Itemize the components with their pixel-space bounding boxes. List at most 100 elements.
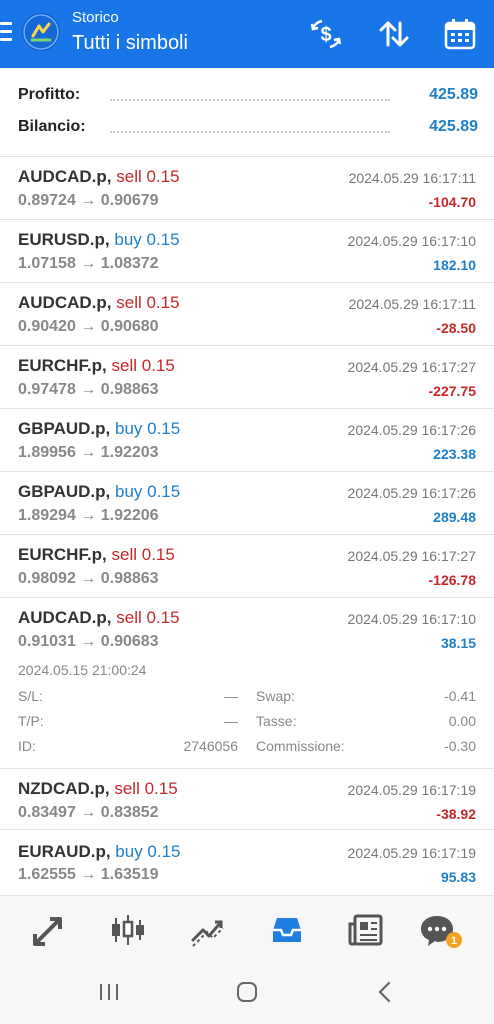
trade-profit: -38.92 — [436, 806, 476, 822]
tp-label: T/P: — [18, 713, 44, 729]
trade-symbol: EURUSD.p, — [18, 230, 110, 249]
trade-prices: 1.62555 → 1.63519 — [18, 866, 159, 883]
page-title[interactable]: Tutti i simboli — [72, 32, 188, 55]
balance-row: Bilancio: 425.89 — [18, 118, 478, 142]
recent-apps-icon[interactable] — [96, 979, 122, 1005]
trade-direction: sell 0.15 — [116, 293, 180, 312]
trade-profit: 223.38 — [433, 446, 476, 462]
trade-symbol: AUDCAD.p, — [18, 167, 112, 186]
trade-profit: 182.10 — [433, 257, 476, 273]
trade-symbol: NZDCAD.p, — [18, 779, 110, 798]
dotted-leader — [110, 131, 390, 133]
trade-time: 2024.05.29 16:17:26 — [347, 422, 476, 438]
id-value: 2746056 — [183, 738, 238, 754]
trade-direction: buy 0.15 — [114, 482, 181, 501]
trade-open-time: 2024.05.15 21:00:24 — [18, 662, 147, 678]
trade-symbol: AUDCAD.p, — [18, 293, 112, 312]
trade-time: 2024.05.29 16:17:27 — [347, 548, 476, 564]
trade-prices: 1.89294 → 1.92206 — [18, 507, 159, 524]
trade-profit: -126.78 — [428, 572, 476, 588]
menu-icon[interactable] — [0, 22, 12, 44]
trade-icon[interactable] — [187, 910, 227, 950]
balance-value: 425.89 — [429, 118, 478, 135]
trade-row[interactable]: EURAUD.p, buy 0.15 1.62555 → 1.63519 202… — [0, 830, 494, 894]
trade-profit: -28.50 — [436, 320, 476, 336]
trade-direction: buy 0.15 — [114, 419, 181, 438]
trade-prices: 0.89724 → 0.90679 — [18, 192, 159, 209]
trade-direction: sell 0.15 — [114, 779, 178, 798]
swap-label: Swap: — [256, 688, 295, 704]
trade-symbol: GBPAUD.p, — [18, 419, 111, 438]
trade-time: 2024.05.29 16:17:19 — [347, 845, 476, 861]
quotes-icon[interactable] — [29, 910, 69, 950]
profit-value: 425.89 — [429, 86, 478, 103]
messages-badge: 1 — [451, 935, 457, 947]
trade-time: 2024.05.29 16:17:27 — [347, 359, 476, 375]
trade-direction: buy 0.15 — [114, 230, 180, 249]
trade-prices: 0.98092 → 0.98863 — [18, 570, 159, 587]
trade-time: 2024.05.29 16:17:10 — [347, 611, 476, 627]
tp-value: — — [224, 713, 238, 729]
commission-label: Commissione: — [256, 738, 345, 754]
app-logo — [22, 13, 60, 51]
trade-prices: 0.90420 → 0.90680 — [18, 318, 159, 335]
trade-row[interactable]: GBPAUD.p, buy 0.15 1.89956 → 1.92203 202… — [0, 409, 494, 472]
trade-row[interactable]: NZDCAD.p, sell 0.15 0.83497 → 0.83852 20… — [0, 769, 494, 830]
trade-prices: 1.07158 → 1.08372 — [18, 255, 159, 272]
trade-direction: sell 0.15 — [111, 356, 175, 375]
header-subtitle: Storico — [72, 9, 119, 26]
chart-icon[interactable] — [108, 910, 148, 950]
trade-time: 2024.05.29 16:17:26 — [347, 485, 476, 501]
trade-direction: sell 0.15 — [111, 545, 175, 564]
trade-row[interactable]: EURCHF.p, sell 0.15 0.97478 → 0.98863 20… — [0, 346, 494, 409]
trade-direction: buy 0.15 — [115, 842, 181, 861]
trade-row[interactable]: AUDCAD.p, sell 0.15 0.90420 → 0.90680 20… — [0, 283, 494, 346]
sl-value: — — [224, 688, 238, 704]
messages-icon[interactable]: 1 — [418, 910, 462, 950]
trade-time: 2024.05.29 16:17:11 — [348, 170, 476, 186]
sl-label: S/L: — [18, 688, 43, 704]
trade-row[interactable]: EURCHF.p, sell 0.15 0.98092 → 0.98863 20… — [0, 535, 494, 598]
balance-label: Bilancio: — [18, 118, 86, 135]
history-icon[interactable] — [267, 910, 307, 950]
profit-row: Profitto: 425.89 — [18, 86, 478, 110]
trade-time: 2024.05.29 16:17:10 — [347, 233, 476, 249]
trade-symbol: EURAUD.p, — [18, 842, 111, 861]
trade-symbol: AUDCAD.p, — [18, 608, 112, 627]
home-icon[interactable] — [234, 979, 260, 1005]
bottom-navigation: 1 — [0, 895, 494, 964]
trade-row-expanded[interactable]: AUDCAD.p, sell 0.15 0.91031 → 0.90683 20… — [0, 598, 494, 769]
trade-prices: 0.91031 → 0.90683 — [18, 633, 159, 650]
trade-direction: sell 0.15 — [116, 167, 180, 186]
app-header: Storico Tutti i simboli $ — [0, 0, 494, 68]
trade-symbol: GBPAUD.p, — [18, 482, 111, 501]
profit-label: Profitto: — [18, 86, 81, 103]
trade-profit: 38.15 — [440, 635, 476, 651]
calendar-icon[interactable] — [442, 16, 478, 52]
trade-profit: 95.83 — [440, 869, 476, 885]
trade-profit: -104.70 — [428, 194, 476, 210]
currency-exchange-icon[interactable]: $ — [308, 16, 344, 52]
trade-profit: 289.48 — [433, 509, 476, 525]
dotted-leader — [110, 99, 390, 101]
news-icon[interactable] — [346, 910, 386, 950]
back-icon[interactable] — [372, 979, 398, 1005]
commission-value: -0.30 — [444, 738, 476, 754]
trade-row[interactable]: EURUSD.p, buy 0.15 1.07158 → 1.08372 202… — [0, 220, 494, 283]
trade-row[interactable]: AUDCAD.p, sell 0.15 0.89724 → 0.90679 20… — [0, 157, 494, 220]
trade-symbol: EURCHF.p, — [18, 545, 107, 564]
tax-value: 0.00 — [448, 713, 476, 729]
trade-time: 2024.05.29 16:17:19 — [347, 782, 476, 798]
summary-panel: Profitto: 425.89 Bilancio: 425.89 — [0, 68, 494, 157]
trade-prices: 0.97478 → 0.98863 — [18, 381, 159, 398]
trade-time: 2024.05.29 16:17:11 — [348, 296, 476, 312]
tax-label: Tasse: — [256, 713, 297, 729]
swap-value: -0.41 — [444, 688, 476, 704]
system-navigation-bar — [0, 963, 494, 1024]
trade-prices: 1.89956 → 1.92203 — [18, 444, 159, 461]
trade-prices: 0.83497 → 0.83852 — [18, 804, 159, 821]
trade-symbol: EURCHF.p, — [18, 356, 107, 375]
sort-icon[interactable] — [376, 16, 412, 52]
svg-text:$: $ — [320, 24, 331, 46]
trade-row[interactable]: GBPAUD.p, buy 0.15 1.89294 → 1.92206 202… — [0, 472, 494, 535]
